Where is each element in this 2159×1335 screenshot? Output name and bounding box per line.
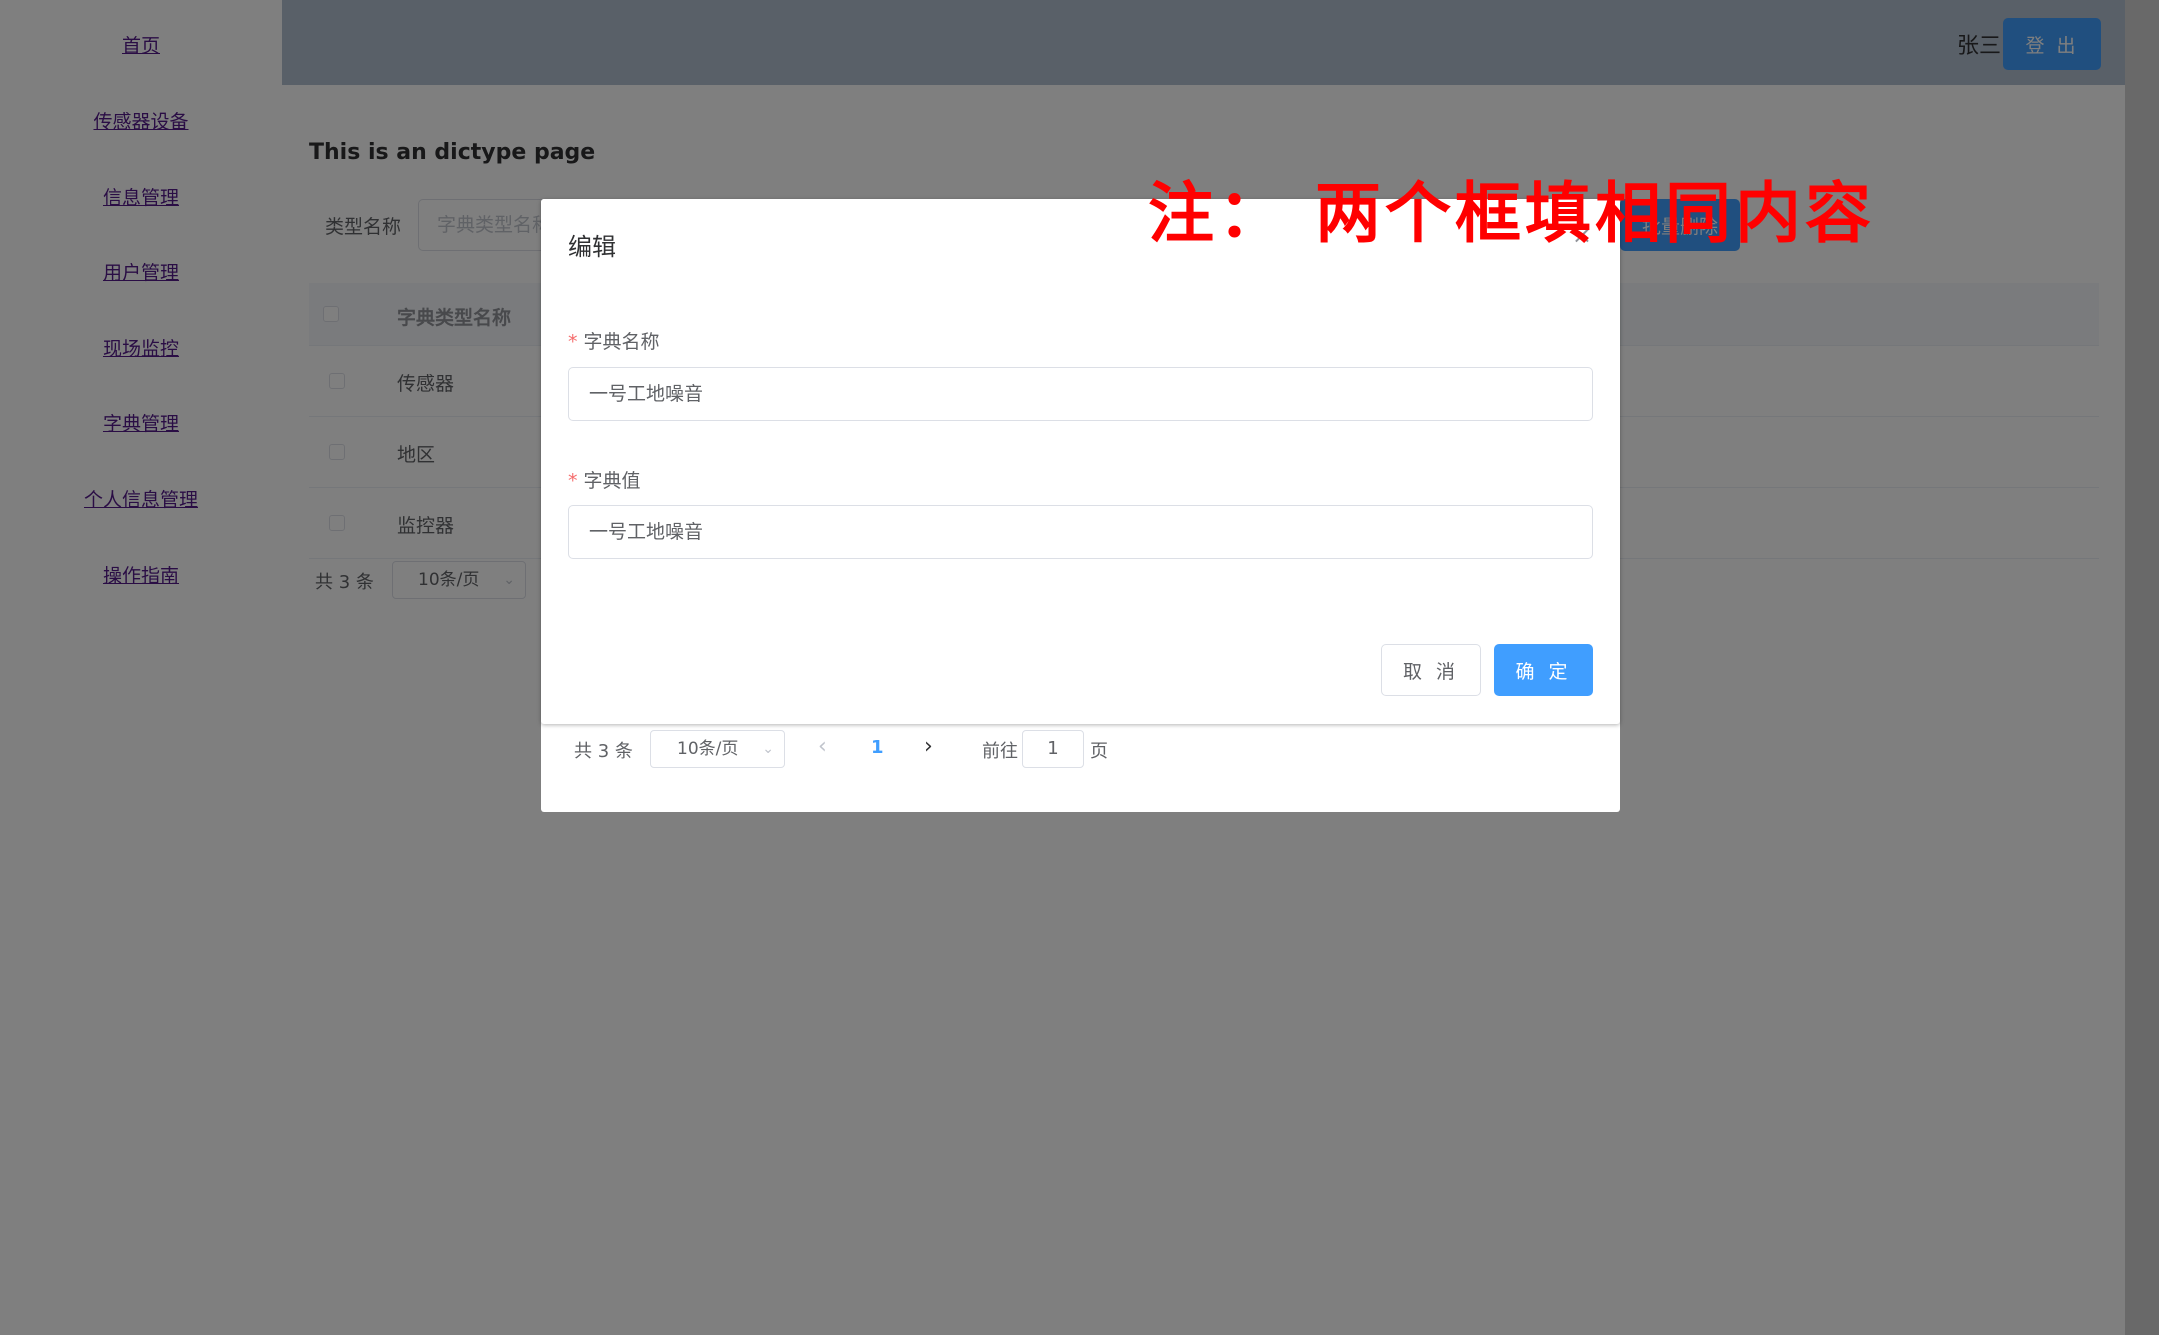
goto-label: 前往 [982,741,1018,762]
required-asterisk: * [568,470,578,492]
dict-value-label-text: 字典值 [583,470,641,492]
required-asterisk: * [568,331,578,353]
cancel-button[interactable]: 取 消 [1381,644,1481,696]
next-page-icon[interactable]: › [924,734,933,759]
confirm-button[interactable]: 确 定 [1494,644,1593,696]
annotation-note: 注： 两个框填相同内容 [1148,174,1875,252]
current-page-number[interactable]: 1 [871,737,884,758]
dialog-pagination-total: 共 3 条 [574,741,633,762]
prev-page-icon[interactable]: ‹ [818,734,827,759]
dialog-title: 编辑 [568,233,616,261]
edit-dialog: 编辑 × * 字典名称 一号工地噪音 * 字典值 一号工地噪音 取 消 确 定 [541,199,1620,724]
chevron-down-icon: ⌄ [762,741,774,757]
dict-name-label-text: 字典名称 [583,331,660,353]
dict-value-label: * 字典值 [568,466,641,493]
goto-page-input[interactable]: 1 [1022,730,1084,768]
dict-name-label: * 字典名称 [568,327,660,354]
goto-suffix: 页 [1090,741,1108,762]
dialog-page-size-value: 10条/页 [677,739,739,759]
dict-name-input[interactable]: 一号工地噪音 [568,367,1593,421]
dict-value-input[interactable]: 一号工地噪音 [568,505,1593,559]
dialog-page-size-select[interactable]: 10条/页 ⌄ [650,730,785,768]
